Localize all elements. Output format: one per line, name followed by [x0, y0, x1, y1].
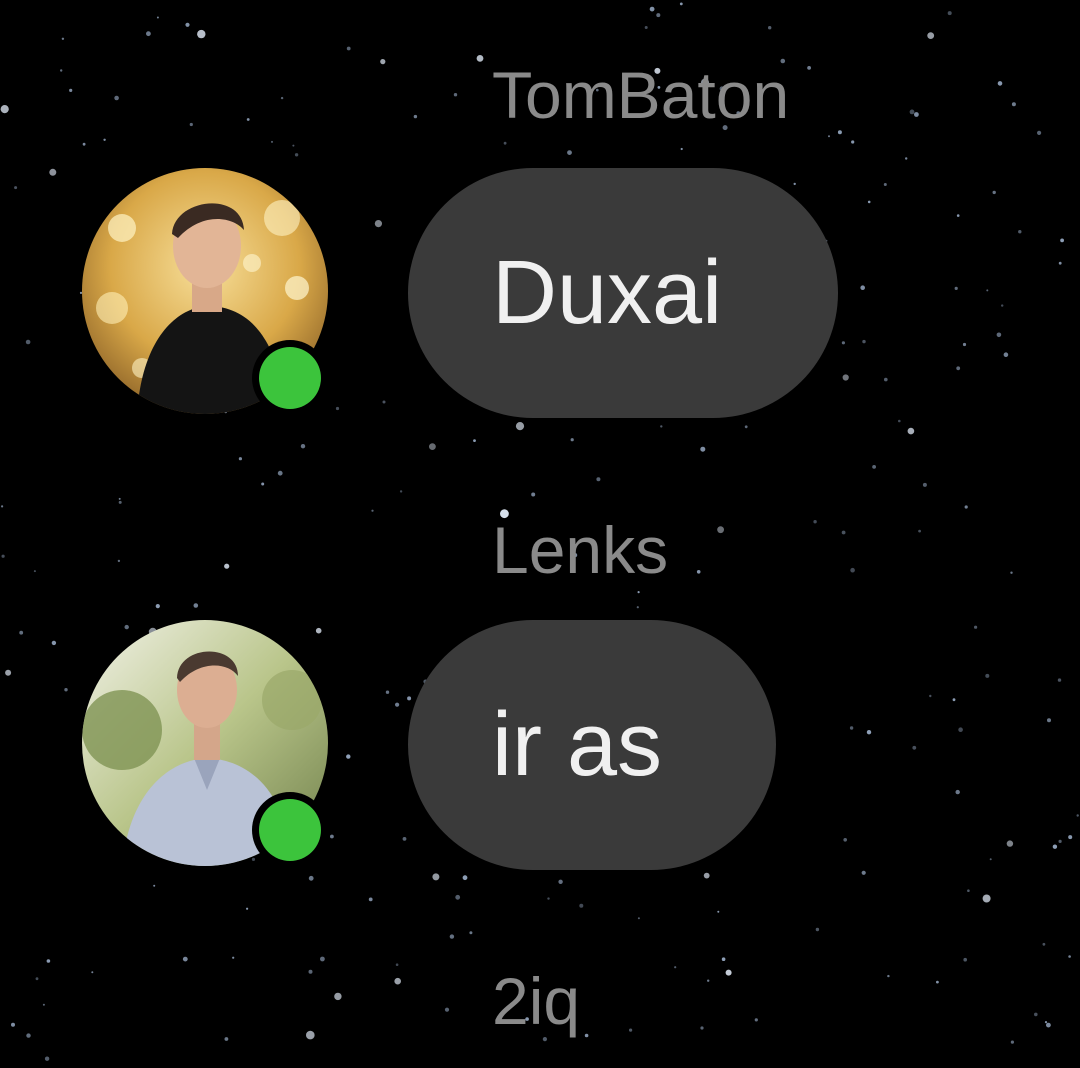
message-text: Duxai: [492, 242, 723, 343]
message-sender-name: TomBaton: [492, 58, 790, 132]
message-bubble[interactable]: ir as: [408, 620, 776, 870]
message-text: ir as: [492, 694, 663, 795]
online-dot-icon: [259, 347, 321, 409]
online-dot-icon: [259, 799, 321, 861]
message-sender-name: 2iq: [492, 964, 581, 1038]
chat-screen: TomBaton Duxai Lenks ir as 2iq: [0, 0, 1080, 1068]
message-bubble[interactable]: Duxai: [408, 168, 838, 418]
message-sender-name: Lenks: [492, 513, 669, 587]
online-status-indicator: [252, 340, 328, 416]
online-status-indicator: [252, 792, 328, 868]
